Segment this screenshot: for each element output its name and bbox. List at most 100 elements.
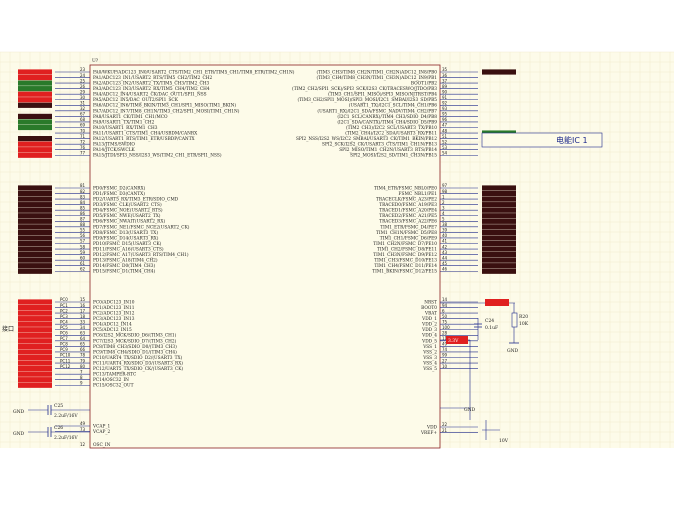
pin-number: 12 [80,442,86,447]
pin-number: 36 [442,73,448,78]
gnd-label-4: GND [13,431,25,437]
pin-number: 26 [80,84,86,89]
pin-name: (TIM3_CH4/TIM8_CH3N/TIM1_CH3N)ADC12_IN9/… [317,76,438,81]
pin-number: 53 [442,145,448,150]
pin-name: (I2C1_SDA/CANTX)/TIM4_CH4/SDIO_D5/PB9 [337,120,437,125]
net-label [18,257,52,263]
power-section: 3.3V C24 0.1uF R20 10K GND GND 10V [440,299,529,444]
net-label [18,91,52,97]
net-label [482,235,516,241]
pin-name: PD12/FSMC_A17(USART3_RTS/TIM4_CH1) [93,253,189,258]
pin-name: PD10/FSMC_D15(USART3_CK) [93,242,162,247]
page-frame: U? 23 PA0/WKUP/ADC123_IN0/USART2_CTS/TIM2… [0,0,674,506]
pin-number: 47 [442,123,448,128]
pin-number: 18 [80,314,86,319]
net-label [18,113,52,119]
pin-number: 89 [442,84,448,89]
pin-number: 37 [442,78,448,83]
pin-name: VSS_4 [422,361,437,366]
pin-number: 42 [442,244,448,249]
pin-number: 30 [80,95,86,100]
pin-number: 85 [80,205,86,210]
pin-name: TIM1_BKIN/FSMC_D12/PE15 [372,270,437,275]
pin-number: 80 [80,364,86,369]
pin-name: VDD_1 [421,317,437,322]
pin-name: PD7/FSMC_NE1/FSMC_NCE2(USART2_CK) [93,225,190,230]
pin-name: PD15/FSMC_D1(TIM4_CH4) [93,270,155,275]
pin-name: (TIM2_CH2/SPI1_SCK)/SPI3_SCK/I2S3_CK/TRA… [292,87,437,92]
pin-number: 23 [80,67,86,72]
pin-name: (USART1_RX)/I2C1_SDA/FSMC_NADV/TIM4_CH2/… [317,109,437,114]
net-label [18,316,52,322]
pin-name: TRACED1/FSMC_A20/PE4 [379,209,437,214]
pin-name: PC0/ADC123_IN10 [93,300,135,305]
cap-c26-ref: C26 [54,425,63,431]
pin-number: 44 [442,255,448,260]
pin-name: VDD_4 [421,334,437,339]
net-label [18,97,52,103]
pin-number: 68 [80,117,86,122]
gnd-label-1: GND [507,348,519,354]
net-label [482,252,516,258]
pin-number: 22 [442,422,448,427]
pin-name: PC12/UART5_TX/SDIO_CK/(USART3_CK) [93,367,183,372]
pin-number: 50 [442,314,448,319]
pin-name: VDD_3 [421,328,437,333]
net-label [18,119,52,125]
net-label [18,190,52,197]
pin-number: 87 [80,217,86,222]
pin-number: 64 [80,336,86,341]
netlabel-nrst [485,299,509,306]
pin-name: SPI2_NSS/I2S2_WS/I2C2_SMBAI/USART3_CK/TI… [296,137,437,142]
pin-name: PC7/I2S3_MCK/SDIO_D7/(TIM3_CH2) [93,339,177,344]
pin-name: PD1/FSMC_D3(CANTX) [93,192,145,197]
pc-port-label: PC12 [60,364,71,369]
pin-number: 60 [80,255,86,260]
pin-name: TIM1_CH1N/FSMC_D5/PE8 [376,231,437,236]
res-value: 10K [519,321,529,327]
net-label [18,332,52,338]
pin-number: 95 [442,112,448,117]
pin-number: 61 [80,261,86,266]
pin-name: TIM1_CH2N/FSMC_D7/PE10 [373,242,437,247]
net-label [18,229,52,235]
net-label [482,69,516,75]
pc-port-label: PC8 [60,342,68,347]
pin-number: 66 [80,347,86,352]
pin-name: TRACED3/FSMC_A22/PE6 [379,220,437,225]
net-label [482,246,516,252]
net-label [18,268,52,274]
pin-number: 34 [80,325,86,330]
pc-port-label: PC4 [60,319,68,324]
net-label [18,327,52,333]
net-label [18,299,52,305]
net-label [18,354,52,361]
cap-c24-ref: C24 [485,318,494,324]
pin-name: PA0/WKUP/ADC123_IN0/USART2_CTS/TIM2_CH1_… [93,70,295,75]
pin-number: 86 [80,211,86,216]
pin-number: 62 [80,266,86,271]
pin-name: PD3/FSMC_CLK(USART2_CTS) [93,203,162,208]
pin-number: 59 [80,250,86,255]
net-label [18,360,52,366]
pin-number: 91 [442,95,448,100]
pin-name: PA2/ADC123_IN2/USART2_TX/TIM5_CH3/TIM2_C… [93,82,209,87]
schematic-canvas: U? 23 PA0/WKUP/ADC123_IN0/USART2_CTS/TIM2… [0,51,674,449]
net-label [18,224,52,230]
pin-name: TRACED0/FSMC_A19/PE3 [379,203,437,208]
pin-name: (TIM2_CH4)/I2C2_SDA/USART3_RX/PB11 [345,131,437,136]
pin-number: 97 [442,183,448,188]
net-label [482,229,516,235]
net-label [18,310,52,316]
pc-port-label: PC9 [60,347,68,352]
pin-name: TIM1_CH2/FSMC_D8/PE11 [377,247,437,252]
pin-number: 46 [442,266,448,271]
pin-name: VREF+ [420,431,437,436]
pin-name: PD4/FSMC_NOE(USART2_RTS) [93,209,163,214]
pin-name: PD11/FSMC_A16(USART3_CTS) [93,247,164,252]
pin-number: 27 [442,358,448,363]
pin-number: 57 [80,239,86,244]
pc-port-label: PC10 [60,353,71,358]
pin-number: 45 [442,261,448,266]
net-label [482,257,516,263]
